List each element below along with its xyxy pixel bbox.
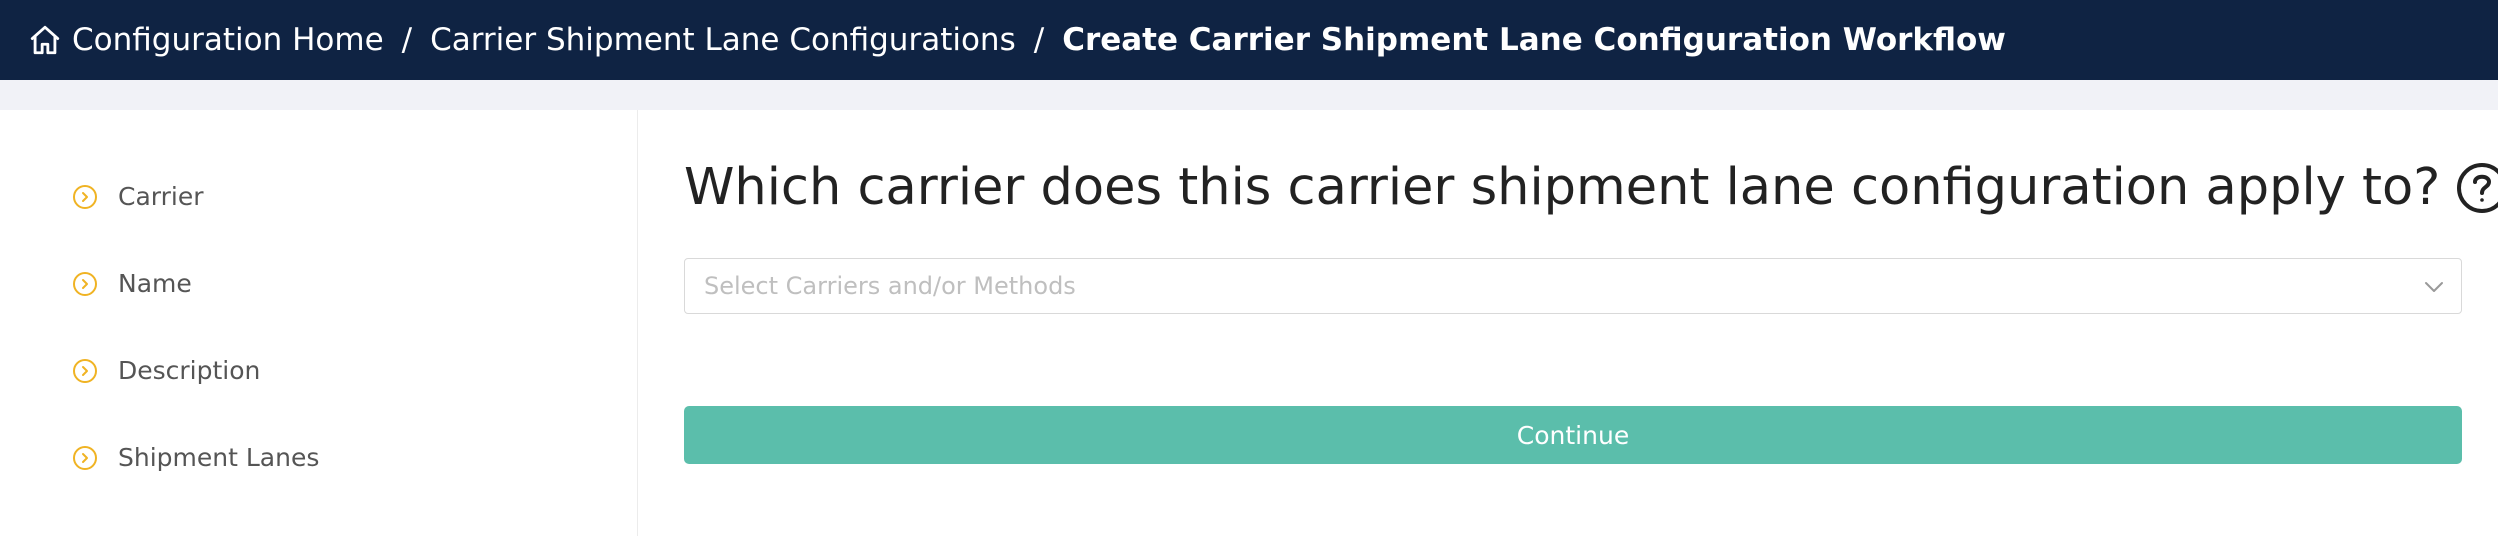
breadcrumb-separator: / [1033, 22, 1045, 58]
sidebar-step-carrier[interactable]: Carrier [72, 182, 204, 211]
workflow-steps-sidebar: Carrier Name Description Shipment Lanes [0, 110, 638, 536]
breadcrumb-current-page: Create Carrier Shipment Lane Configurati… [1062, 22, 2006, 58]
question-heading: Which carrier does this carrier shipment… [684, 158, 2498, 217]
top-navigation-bar: Configuration Home / Carrier Shipment La… [0, 0, 2498, 80]
breadcrumb-configuration-home[interactable]: Configuration Home [72, 22, 384, 58]
chevron-circle-right-icon [72, 184, 98, 210]
sidebar-step-label: Description [118, 356, 261, 385]
chevron-circle-right-icon [72, 445, 98, 471]
question-text: Which carrier does this carrier shipment… [684, 158, 2441, 217]
sidebar-step-description[interactable]: Description [72, 356, 260, 385]
breadcrumb-carrier-shipment-lane-configurations[interactable]: Carrier Shipment Lane Configurations [430, 22, 1016, 58]
header-spacer-band [0, 80, 2498, 110]
sidebar-step-shipment-lanes[interactable]: Shipment Lanes [72, 443, 319, 472]
home-icon[interactable] [28, 22, 64, 58]
continue-button[interactable]: Continue [684, 406, 2462, 464]
sidebar-step-label: Shipment Lanes [118, 443, 320, 472]
sidebar-step-label: Carrier [118, 182, 204, 211]
chevron-circle-right-icon [72, 358, 98, 384]
carrier-select-placeholder: Select Carriers and/or Methods [704, 272, 1076, 300]
chevron-circle-right-icon [72, 271, 98, 297]
chevron-down-icon [2423, 275, 2445, 297]
question-circle-icon[interactable] [2456, 162, 2498, 214]
carrier-method-select[interactable]: Select Carriers and/or Methods [684, 258, 2462, 314]
breadcrumb-separator: / [401, 22, 413, 58]
sidebar-step-label: Name [118, 269, 192, 298]
sidebar-step-name[interactable]: Name [72, 269, 192, 298]
